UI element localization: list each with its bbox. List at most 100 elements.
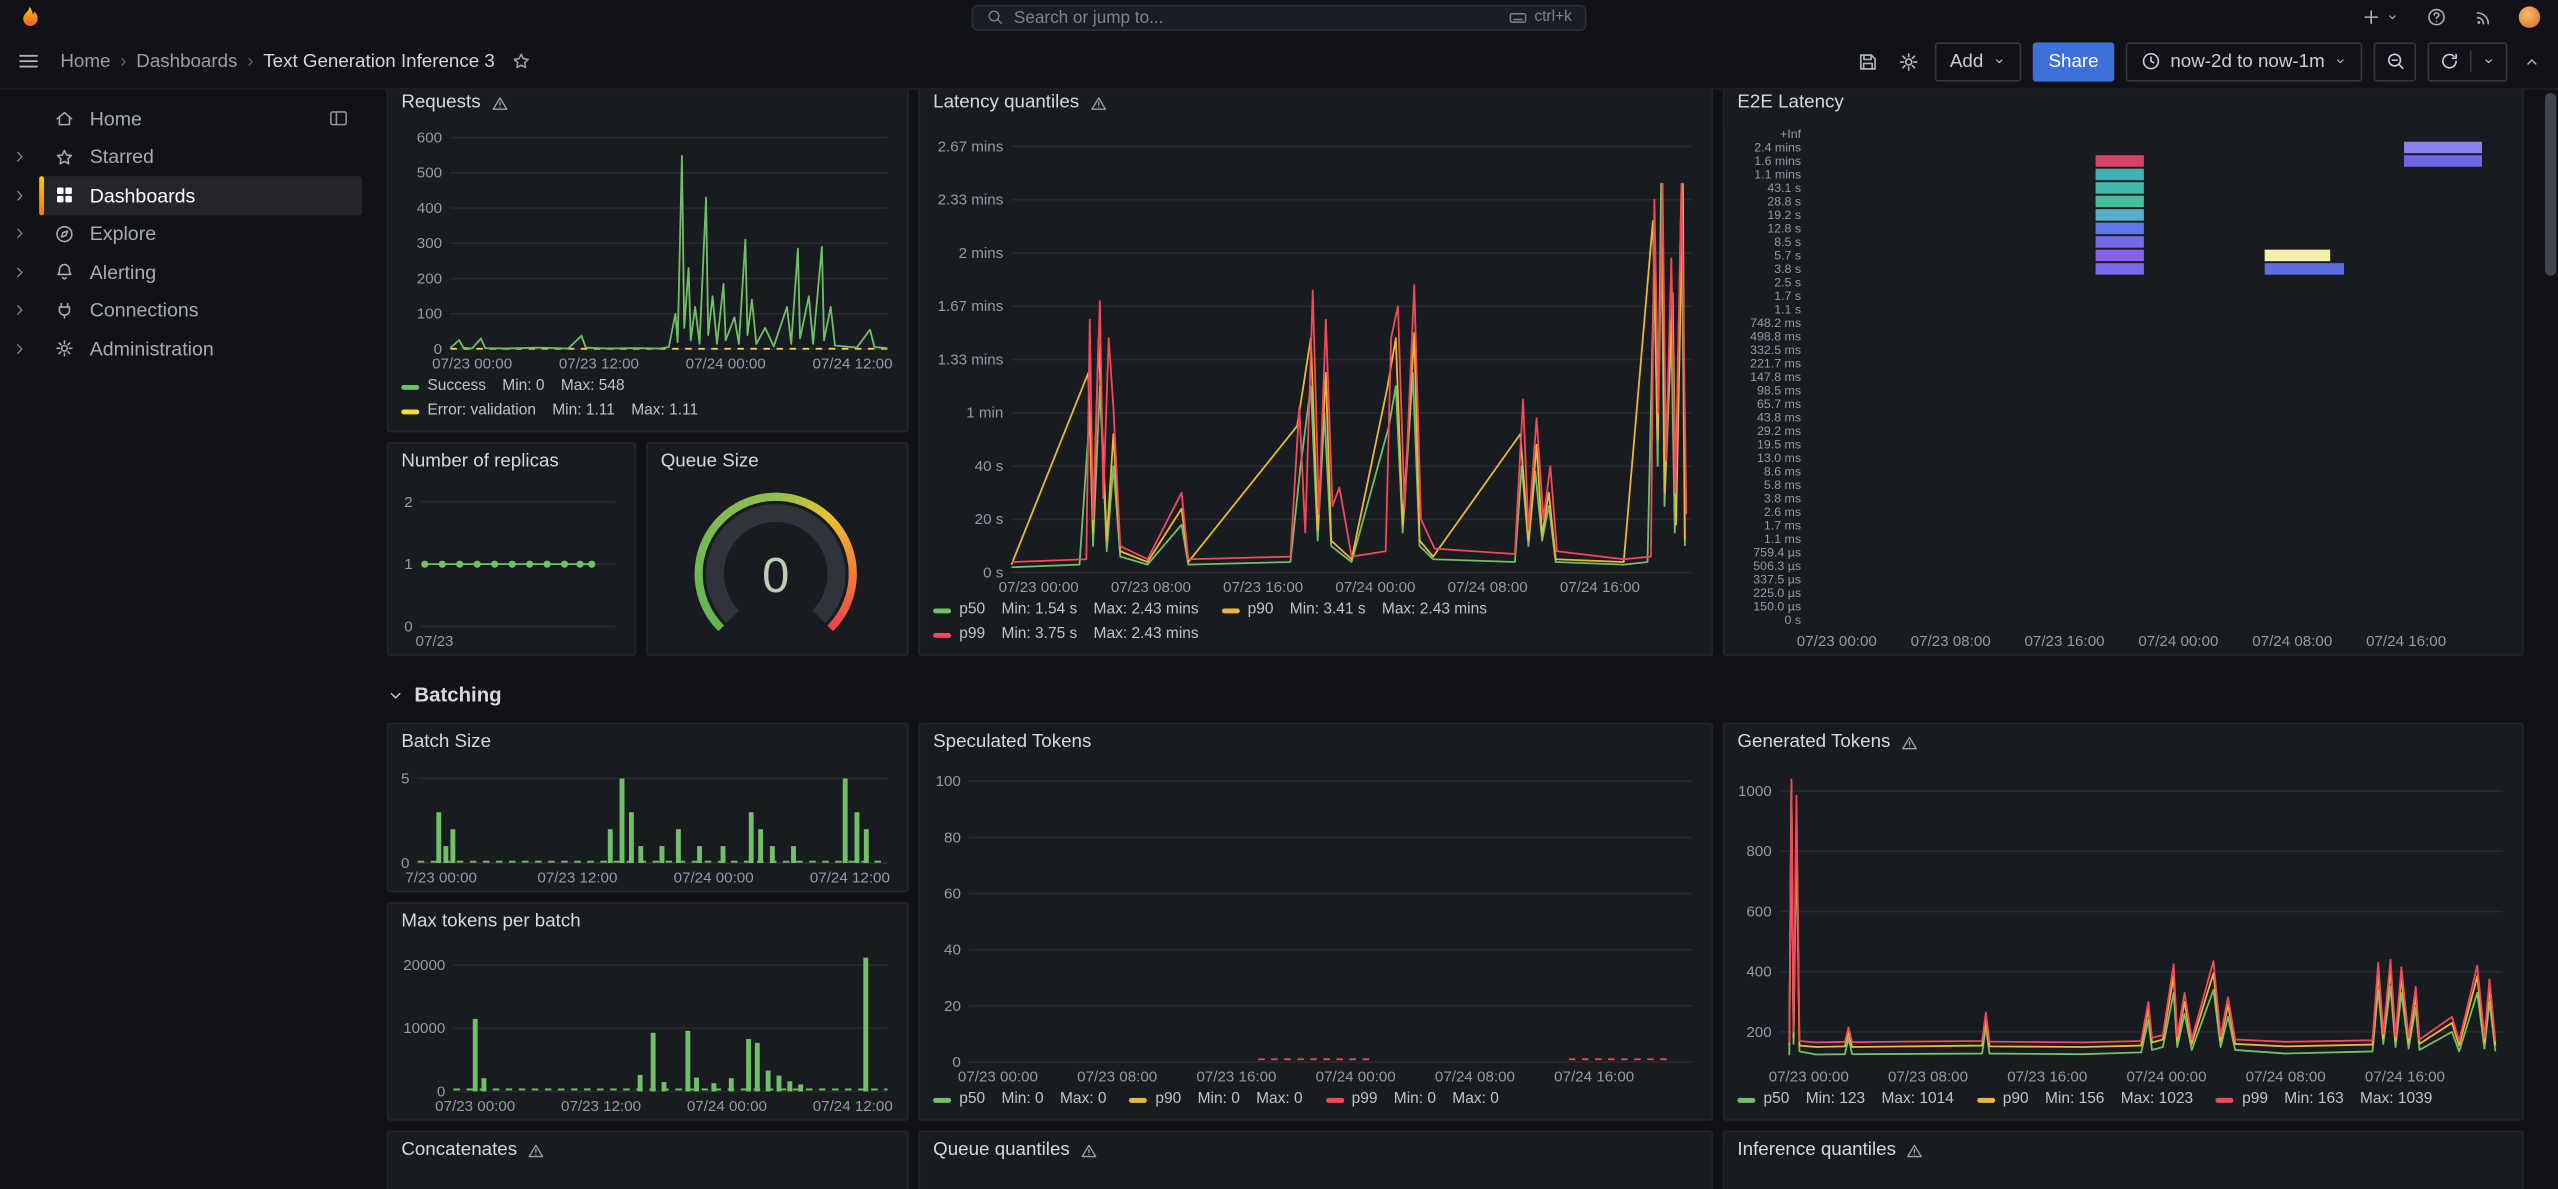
- panel-body: [920, 1168, 1711, 1189]
- panel-requests[interactable]: Requests 0 100 200 300 400 500 600 07/23 00:00 07…: [386, 89, 909, 433]
- warning-icon[interactable]: [490, 94, 508, 112]
- legend-item[interactable]: Error: validation Min: 1.11 Max: 1.11: [401, 400, 698, 423]
- sidebar-item-dashboards[interactable]: Dashboards: [0, 176, 372, 215]
- svg-text:800: 800: [1746, 843, 1771, 860]
- panel-max-tokens-per-batch[interactable]: Max tokens per batch 0 10000 20000 07/23 00:…: [386, 902, 909, 1121]
- legend-item[interactable]: p50 Min: 0 Max: 0: [933, 1088, 1106, 1111]
- share-button[interactable]: Share: [2032, 41, 2115, 81]
- news-button[interactable]: [2470, 3, 2498, 31]
- sidebar-item-home[interactable]: Home: [0, 100, 372, 138]
- administration-icon: [54, 338, 75, 359]
- panel-queue-size[interactable]: Queue Size 0: [646, 442, 909, 656]
- panel-header[interactable]: Latency quantiles: [920, 90, 1711, 121]
- panel-header[interactable]: Generated Tokens: [1724, 724, 2522, 760]
- mega-menu-toggle[interactable]: [13, 46, 44, 77]
- legend-item[interactable]: p90 Min: 0 Max: 0: [1129, 1088, 1303, 1111]
- panel-header[interactable]: Inference quantiles: [1724, 1132, 2522, 1168]
- panel-header[interactable]: Requests: [388, 90, 907, 121]
- chart-plot: 010020030040050060007/23 00:00 07/23 12:0…: [417, 129, 893, 373]
- svg-text:5: 5: [401, 770, 409, 787]
- save-dashboard-button[interactable]: [1854, 46, 1883, 75]
- legend-item[interactable]: p99 Min: 163 Max: 1039: [2215, 1088, 2432, 1111]
- new-menu-button[interactable]: [2357, 3, 2403, 31]
- svg-text:498.8 ms: 498.8 ms: [1750, 329, 1801, 343]
- panel-batch-size[interactable]: Batch Size 0 5 7/23 00:00 07/23 12:00 07/24 0…: [386, 722, 909, 893]
- panel-body: 0 20 40 60 80 100 07/23 00:00 07/23 08:00 07/23 …: [920, 760, 1711, 1119]
- chart-canvas[interactable]: 0: [654, 480, 897, 651]
- grafana-logo-icon[interactable]: [16, 5, 40, 29]
- gear-icon: [1900, 52, 1918, 71]
- panel-header[interactable]: Max tokens per batch: [388, 904, 907, 940]
- legend-item[interactable]: Success Min: 0 Max: 548: [401, 375, 625, 398]
- panel-header[interactable]: Number of replicas: [388, 444, 634, 480]
- sidebar-item-explore[interactable]: Explore: [0, 215, 372, 253]
- warning-icon[interactable]: [1900, 733, 1918, 751]
- panel-body: 0 s 20 s 40 s1 min 1.33 mins 1.67 mins 2 mins…: [920, 121, 1711, 654]
- legend-item[interactable]: p50 Min: 123 Max: 1014: [1737, 1088, 1954, 1111]
- row-batching[interactable]: Batching: [387, 677, 502, 713]
- svg-text:1.7 s: 1.7 s: [1774, 289, 1801, 303]
- sidebar-item-administration[interactable]: Administration: [0, 330, 372, 368]
- panel-speculated-tokens[interactable]: Speculated Tokens 0 20 40 60 80 100 07/23 00:00…: [918, 722, 1713, 1121]
- panel-header[interactable]: Concatenates: [388, 1132, 907, 1168]
- panel-latency-quantiles[interactable]: Latency quantiles 0 s 20 s 40 s1 min 1.33 mi…: [918, 89, 1713, 656]
- svg-text:19.2 s: 19.2 s: [1767, 208, 1801, 222]
- legend-item[interactable]: p90 Min: 156 Max: 1023: [1976, 1088, 2193, 1111]
- svg-text:1.7 ms: 1.7 ms: [1764, 518, 1801, 532]
- sidebar-item-starred[interactable]: Starred: [0, 138, 372, 176]
- warning-icon[interactable]: [527, 1141, 545, 1159]
- panel-header[interactable]: E2E Latency: [1724, 90, 2522, 121]
- chart-canvas[interactable]: 0 5 7/23 00:00 07/23 12:00 07/24 00:00 07/24 …: [395, 760, 897, 887]
- sidebar-item-connections[interactable]: Connections: [0, 291, 372, 329]
- svg-text:100: 100: [936, 773, 961, 790]
- refresh-button[interactable]: [2427, 41, 2508, 81]
- warning-icon[interactable]: [1906, 1141, 1924, 1159]
- svg-text:221.7 ms: 221.7 ms: [1750, 356, 1801, 370]
- chart-canvas[interactable]: 0 s 20 s 40 s1 min 1.33 mins 1.67 mins 2 mins…: [927, 121, 1702, 597]
- add-button[interactable]: Add: [1935, 41, 2021, 81]
- dashboard-settings-button[interactable]: [1894, 46, 1923, 75]
- legend-item[interactable]: p99 Min: 3.75 s Max: 2.43 mins: [933, 623, 1199, 646]
- panel-header[interactable]: Batch Size: [388, 724, 907, 760]
- breadcrumb-item[interactable]: Text Generation Inference 3: [263, 51, 495, 71]
- dock-menu-icon[interactable]: [328, 108, 349, 129]
- svg-text:07/23 00:00: 07/23 00:00: [1797, 633, 1877, 650]
- svg-text:12.8 s: 12.8 s: [1767, 222, 1801, 236]
- zoom-out-button[interactable]: [2373, 41, 2417, 81]
- chart-canvas[interactable]: +Inf 2.4 mins 1.6 mins 1.1 mins 43.1 s 28.8 s…: [1731, 121, 2512, 651]
- legend-item[interactable]: p90 Min: 3.41 s Max: 2.43 mins: [1221, 599, 1487, 622]
- panel-inference-quantiles[interactable]: Inference quantiles: [1722, 1130, 2524, 1189]
- chart-canvas[interactable]: 0 20 40 60 80 100 07/23 00:00 07/23 08:00 07/23 …: [927, 760, 1702, 1086]
- panel-header[interactable]: Queue quantiles: [920, 1132, 1711, 1168]
- breadcrumb-item[interactable]: Dashboards: [136, 51, 237, 71]
- breadcrumb-item[interactable]: Home: [60, 51, 110, 71]
- collapse-controls-button[interactable]: [2519, 48, 2545, 74]
- scrollbar-thumb[interactable]: [2544, 92, 2557, 276]
- help-button[interactable]: [2423, 3, 2451, 31]
- panel-e2e-latency[interactable]: E2E Latency +Inf 2.4 mins 1.6 mins 1.1 mins 4…: [1722, 89, 2524, 656]
- chart-canvas[interactable]: 0 10000 20000 07/23 00:00 07/23 12:00 07/24 0…: [395, 940, 897, 1116]
- chart-plot: 0 s20 s40 s1 min1.33 mins1.67 mins2 mins…: [938, 138, 1692, 596]
- panel-queue-quantiles[interactable]: Queue quantiles: [918, 1130, 1713, 1189]
- chart-canvas[interactable]: 200 400 600 800 1000 07/23 00:00 07/23 08:00 07…: [1731, 760, 2512, 1086]
- warning-icon[interactable]: [1080, 1141, 1098, 1159]
- legend-item[interactable]: p50 Min: 1.54 s Max: 2.43 mins: [933, 599, 1199, 622]
- legend-item[interactable]: p99 Min: 0 Max: 0: [1325, 1088, 1499, 1111]
- svg-text:07/24 00:00: 07/24 00:00: [686, 356, 766, 373]
- user-avatar[interactable]: [2517, 5, 2541, 29]
- search-input[interactable]: Search or jump to... ctrl+k: [971, 4, 1587, 31]
- panel-legend: p50 Min: 1.54 s Max: 2.43 mins p90 Min: 3.41…: [927, 597, 1702, 651]
- panel-generated-tokens[interactable]: Generated Tokens 200 400 600 800 1000 07/23 00…: [1722, 722, 2524, 1121]
- warning-icon[interactable]: [1089, 94, 1107, 112]
- panel-number-of-replicas[interactable]: Number of replicas 0 1 2 07/23: [386, 442, 637, 656]
- panel-header[interactable]: Speculated Tokens: [920, 724, 1711, 760]
- svg-text:500: 500: [417, 165, 442, 182]
- sidebar-item-alerting[interactable]: Alerting: [0, 253, 372, 291]
- panel-concatenates[interactable]: Concatenates: [386, 1130, 909, 1189]
- sidebar-item-body: Administration: [39, 330, 362, 368]
- favorite-star-button[interactable]: [508, 47, 536, 75]
- chart-canvas[interactable]: 0 1 2 07/23: [395, 480, 625, 651]
- time-range-picker[interactable]: now-2d to now-1m: [2126, 41, 2363, 81]
- panel-header[interactable]: Queue Size: [648, 444, 907, 480]
- chart-canvas[interactable]: 0 100 200 300 400 500 600 07/23 00:00 07/23 12:0…: [395, 121, 897, 374]
